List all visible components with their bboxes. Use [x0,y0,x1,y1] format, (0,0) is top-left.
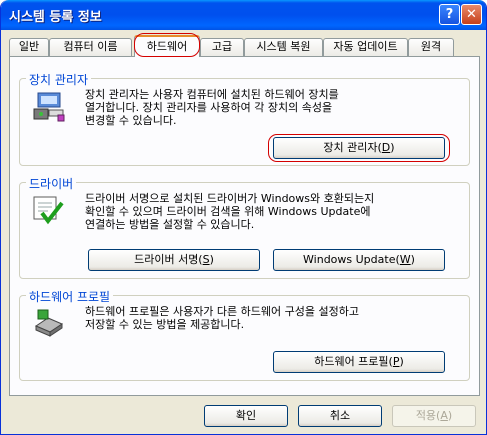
device-manager-icon [32,91,66,126]
windows-update-button-label: Windows Update( [303,253,400,266]
hardware-profiles-button-label: 하드웨어 프로필( [314,355,393,368]
drivers-desc-line-3: 연결하는 방법을 설정할 수 있습니다. [85,218,255,231]
apply-button[interactable]: 적용(A) [392,405,476,427]
windows-update-button[interactable]: Windows Update(W) [273,249,445,271]
hardware-profiles-group: 하드웨어 프로필 하드웨어 프로필은 사용자가 다른 하드웨어 구성을 설정하고… [19,288,470,381]
hardware-profile-icon [32,308,66,341]
device-manager-description: 장치 관리자는 사용자 컴퓨터에 설치된 하드웨어 장치를 열거합니다. 장치 … [85,88,339,127]
tab-automatic-updates[interactable]: 자동 업데이트 [323,38,408,56]
hardware-profiles-desc-line-1: 하드웨어 프로필은 사용자가 다른 하드웨어 구성을 설정하고 [85,305,359,318]
device-manager-group: 장치 관리자 장치 관리자는 사용자 컴퓨터에 설치된 하드웨어 장치를 열거합… [19,71,470,166]
title-bar[interactable]: 시스템 등록 정보 ? ✕ [1,0,486,30]
apply-button-label: 적용( [415,409,441,422]
drivers-desc-line-2: 확인할 수 있으며 드라이버 검색을 위해 Windows Update에 [85,205,371,218]
windows-update-button-end: ) [410,253,415,266]
window-title: 시스템 등록 정보 [9,10,102,25]
hardware-profiles-description: 하드웨어 프로필은 사용자가 다른 하드웨어 구성을 설정하고 저장할 수 있는… [85,305,359,331]
device-manager-title: 장치 관리자 [26,71,92,88]
hardware-tab-panel: 장치 관리자 장치 관리자는 사용자 컴퓨터에 설치된 하드웨어 장치를 열거합… [9,56,480,396]
device-manager-desc-line-2: 열거합니다. 장치 관리자를 사용하여 각 장치의 속성을 [85,101,333,114]
apply-button-end: ) [447,409,453,422]
help-button[interactable]: ? [439,4,460,25]
drivers-title: 드라이버 [26,175,77,192]
cancel-button[interactable]: 취소 [298,405,382,427]
windows-update-button-key: W [399,253,411,266]
tab-advanced[interactable]: 고급 [200,38,244,56]
device-manager-button-end: ) [390,141,395,154]
hardware-profiles-button-end: ) [399,355,404,368]
device-manager-button-label: 장치 관리자( [323,141,382,154]
hardware-profiles-desc-line-2: 저장할 수 있는 방법을 제공합니다. [85,318,245,331]
system-properties-window: 시스템 등록 정보 ? ✕ 일반 컴퓨터 이름 하드웨어 고급 시스템 복원 자… [0,0,487,435]
drivers-desc-line-1: 드라이버 서명으로 설치된 드라이버가 Windows와 호환되는지 [85,192,375,205]
drivers-group: 드라이버 드라이버 서명으로 설치된 드라이버가 Windows와 호환되는지 … [19,175,470,279]
driver-signing-icon [32,195,64,228]
hardware-profiles-title: 하드웨어 프로필 [26,288,114,305]
device-manager-button-key: D [381,141,391,154]
apply-button-key: A [440,409,448,422]
driver-signing-button-key: S [202,253,210,266]
driver-signing-button-end: ) [209,253,214,266]
close-button[interactable]: ✕ [461,4,482,25]
driver-signing-button-label: 드라이버 서명( [134,253,203,266]
tab-system-restore[interactable]: 시스템 복원 [244,38,323,56]
hardware-profiles-button[interactable]: 하드웨어 프로필(P) [273,351,445,373]
device-manager-desc-line-3: 변경할 수 있습니다. [85,114,177,127]
tab-computer-name[interactable]: 컴퓨터 이름 [49,38,132,56]
drivers-description: 드라이버 서명으로 설치된 드라이버가 Windows와 호환되는지 확인할 수… [85,192,374,231]
tab-general[interactable]: 일반 [9,38,49,56]
ok-button[interactable]: 확인 [204,405,288,427]
device-manager-button[interactable]: 장치 관리자(D) [273,137,445,159]
device-manager-desc-line-1: 장치 관리자는 사용자 컴퓨터에 설치된 하드웨어 장치를 [85,88,339,101]
tab-highlight-ring [134,33,200,57]
driver-signing-button[interactable]: 드라이버 서명(S) [88,249,260,271]
tab-remote[interactable]: 원격 [408,38,454,56]
